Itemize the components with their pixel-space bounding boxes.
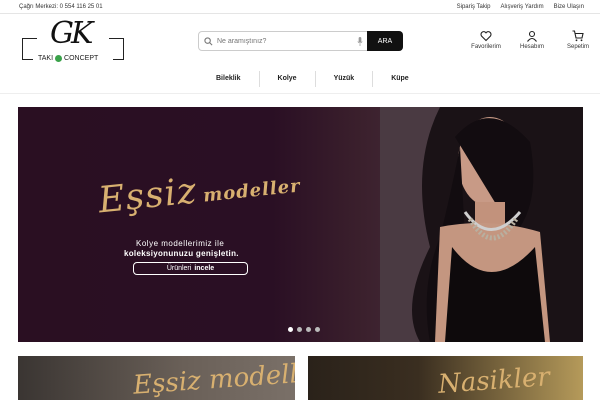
search-icon (199, 36, 217, 46)
promo-banner-left[interactable]: Eşsiz modeller (18, 356, 295, 400)
account-button[interactable]: Hesabım (514, 30, 550, 50)
nav-item-earring[interactable]: Küpe (372, 71, 427, 87)
user-icon (527, 30, 537, 42)
search-input[interactable] (217, 33, 353, 49)
hero-subtitle-line2: koleksiyonunuzu genişletin. (124, 249, 239, 258)
nav-item-ring[interactable]: Yüzük (314, 71, 373, 87)
microphone-icon[interactable] (353, 36, 367, 46)
hero-cta-button[interactable]: Ürünleri incele (133, 262, 248, 275)
hero-subtitle-line1: Kolye modellerimiz ile (136, 239, 225, 248)
account-label: Hesabım (519, 44, 544, 50)
cart-label: Sepetim (566, 44, 589, 50)
favorites-label: Favorilerim (471, 44, 501, 50)
heart-icon (480, 31, 492, 42)
promo-banner-right[interactable]: Nasikler (308, 356, 583, 400)
category-nav: Bileklik Kolye Yüzük Küpe (198, 71, 427, 87)
header-actions: Favorilerim Hesabım Sepetim (468, 30, 596, 50)
slider-dot-2[interactable] (297, 327, 302, 332)
logo-wordmark: TAKI CONCEPT (38, 55, 99, 62)
nav-item-bracelet[interactable]: Bileklik (198, 71, 259, 87)
link-contact[interactable]: Bize Ulaşın (554, 4, 584, 10)
slider-dot-1[interactable] (288, 327, 293, 332)
top-links: Sipariş Takip Alışveriş Yardım Bize Ulaş… (457, 4, 584, 10)
slider-dot-3[interactable] (306, 327, 311, 332)
cart-button[interactable]: Sepetim (560, 30, 596, 50)
favorites-button[interactable]: Favorilerim (468, 30, 504, 50)
call-center-phone: Çağrı Merkezi: 0 554 116 25 01 (19, 4, 103, 10)
search-button[interactable]: ARA (367, 31, 403, 51)
slider-dot-4[interactable] (315, 327, 320, 332)
cart-icon (572, 30, 584, 42)
search-bar: ARA (198, 31, 403, 51)
site-logo[interactable]: GK TAKI CONCEPT (22, 18, 124, 66)
hero-script-title: Eşsiz modeller (96, 170, 302, 222)
hero-slider[interactable]: Eşsiz modeller Kolye modellerimiz ile kol… (18, 107, 583, 342)
clover-icon (55, 55, 63, 62)
header-divider (0, 93, 600, 94)
link-shopping-help[interactable]: Alışveriş Yardım (501, 4, 544, 10)
slider-dots (288, 327, 320, 332)
link-order-tracking[interactable]: Sipariş Takip (457, 4, 491, 10)
top-bar: Çağrı Merkezi: 0 554 116 25 01 Sipariş T… (0, 0, 600, 14)
nav-item-necklace[interactable]: Kolye (258, 71, 315, 87)
promo-banner-right-script: Nasikler (437, 362, 551, 400)
promo-banner-left-script: Eşsiz modeller (132, 357, 295, 400)
hero-model-image (380, 107, 583, 342)
